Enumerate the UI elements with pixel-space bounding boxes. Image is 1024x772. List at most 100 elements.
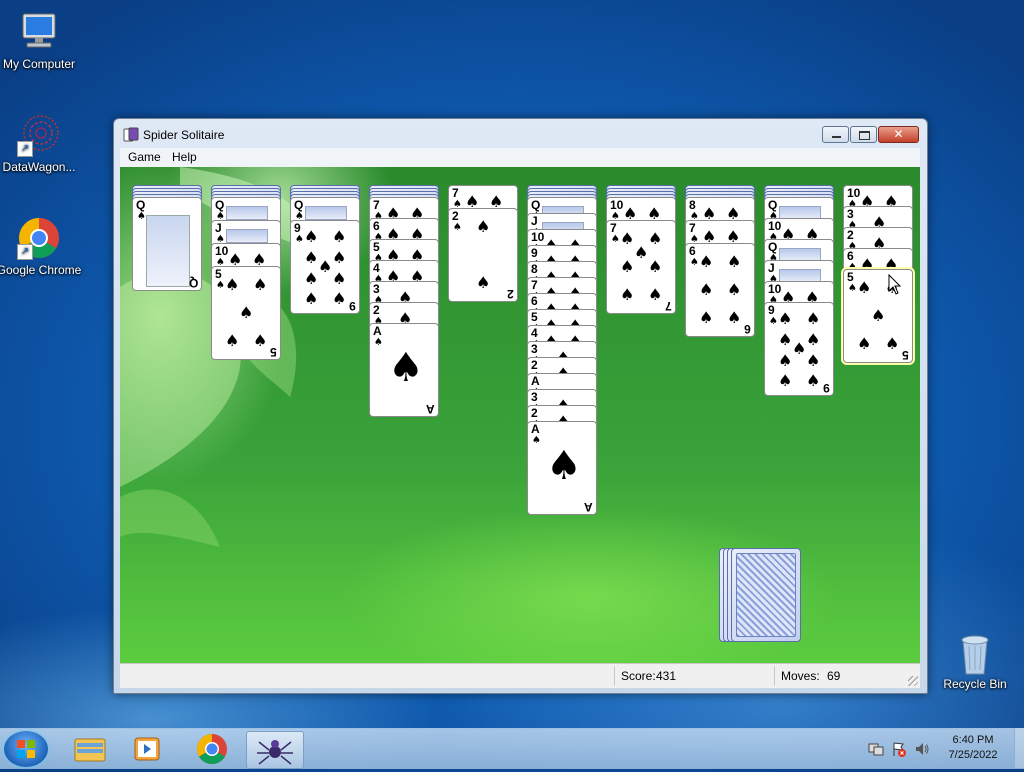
resize-grip-icon[interactable] [908,676,918,686]
volume-icon[interactable] [914,741,930,757]
spade-icon: ♠ [374,337,383,348]
spade-icon: ♠ [634,243,649,262]
spade-icon: ♠ [690,257,699,268]
spade-icon: ♠ [778,371,793,390]
start-button[interactable] [4,731,48,767]
card-spade[interactable]: Q ♠ Q [132,197,202,291]
spade-icon: ♠ [546,443,582,489]
score-label: Score: [621,669,656,683]
spade-icon: ♠ [476,273,491,292]
spade-icon: ♠ [699,280,714,299]
clock-date: 7/25/2022 [948,749,998,761]
card-spade[interactable]: 5♠♠♠♠♠♠5 [843,269,913,363]
taskbar-chrome-button[interactable] [184,731,240,767]
spade-icon: ♠ [304,227,319,246]
spade-icon: ♠ [332,289,347,308]
desktop-icon-google-chrome[interactable]: ↗ Google Chrome [0,216,82,277]
spade-icon: ♠ [225,331,240,350]
spade-icon: ♠ [857,278,872,297]
mouse-cursor-icon [888,274,902,295]
spider-solitaire-icon [123,127,139,143]
windows-logo-icon [17,740,35,758]
network-icon[interactable] [868,741,884,757]
card-rank-bottom: Q [188,276,198,290]
spade-icon: ♠ [727,308,742,327]
desktop-icon-my-computer[interactable]: My Computer [0,10,82,71]
spade-icon: ♠ [388,345,424,391]
windows-explorer-icon [74,738,106,762]
card-rank-bottom: 7 [665,299,672,313]
media-player-icon [134,737,160,761]
spade-icon: ♠ [778,330,793,349]
spade-icon: ♠ [216,280,225,291]
spade-icon: ♠ [620,285,635,304]
title-bar[interactable]: Spider Solitaire ✕ [114,119,927,149]
card-spade[interactable]: 9 ♠ ♠ ♠ ♠ ♠ ♠ ♠ ♠ ♠ ♠ 9 [290,220,360,314]
spade-icon: ♠ [239,303,254,322]
spade-icon: ♠ [778,309,793,328]
card-rank-bottom: 9 [349,299,356,313]
stock-card[interactable] [731,548,801,642]
status-separator [614,666,615,686]
show-desktop-button[interactable] [1014,728,1024,768]
card-rank-bottom: A [584,500,593,514]
spade-icon: ♠ [778,351,793,370]
minimize-button[interactable] [822,126,849,143]
desktop-icon-recycle-bin[interactable]: Recycle Bin [932,630,1018,691]
spade-icon: ♠ [332,269,347,288]
taskbar-clock[interactable]: 6:40 PM 7/25/2022 [940,733,1006,763]
minimize-icon [832,136,841,138]
card-rank-bottom: A [426,402,435,416]
spade-icon: ♠ [253,275,268,294]
spade-icon: ♠ [620,257,635,276]
face-card-art [226,229,268,243]
spade-icon: ♠ [225,275,240,294]
taskbar-spider-solitaire-button[interactable] [246,731,304,769]
desktop-icon-datawagon[interactable]: ↗ DataWagon... [0,113,82,174]
clock-time: 6:40 PM [952,734,994,746]
spade-icon: ♠ [885,334,900,353]
desktop-icon-label: DataWagon... [2,160,76,174]
taskbar-explorer-button[interactable] [62,731,118,767]
desktop-icon-label: My Computer [2,57,76,71]
card-spade[interactable]: 5♠♠♠♠♠♠5 [211,266,281,360]
card-spade[interactable]: 9 ♠ ♠ ♠ ♠ ♠ ♠ ♠ ♠ ♠ ♠ 9 [764,302,834,396]
maximize-button[interactable] [850,126,877,143]
spade-icon: ♠ [806,351,821,370]
face-card-art [226,206,268,220]
card-rank-bottom: 5 [270,345,277,359]
spade-icon: ♠ [304,248,319,267]
taskbar-media-player-button[interactable] [120,731,176,767]
spade-icon: ♠ [295,234,304,245]
spade-icon: ♠ [304,269,319,288]
spade-icon: ♠ [620,229,635,248]
card-spade[interactable]: A ♠ ♠ A [527,421,597,515]
action-center-flag-icon[interactable] [891,741,907,757]
card-spade[interactable]: 7 ♠ ♠ ♠ ♠ ♠ ♠ ♠ ♠ 7 [606,220,676,314]
spade-icon: ♠ [253,331,268,350]
card-rank-bottom: 5 [902,348,909,362]
menu-help[interactable]: Help [172,150,197,164]
spade-icon: ♠ [727,280,742,299]
card-spade[interactable]: 2 ♠ ♠ ♠ 2 [448,208,518,302]
window-title: Spider Solitaire [143,128,225,142]
computer-icon [17,10,61,54]
spade-icon: ♠ [699,308,714,327]
spade-icon: ♠ [332,227,347,246]
menu-game[interactable]: Game [128,150,161,164]
face-card-art [305,206,347,220]
spade-icon: ♠ [648,257,663,276]
card-spade[interactable]: A ♠ ♠ A [369,323,439,417]
stock-pile[interactable] [719,548,809,644]
card-spade[interactable]: 6 ♠ ♠ ♠ ♠ ♠ ♠ ♠ 6 [685,243,755,337]
spade-icon: ♠ [727,252,742,271]
spade-icon: ♠ [806,371,821,390]
spade-icon: ♠ [848,283,857,294]
spade-icon: ♠ [318,257,333,276]
menu-bar: Game Help [120,148,920,167]
score-value: 431 [656,669,677,683]
spade-icon: ♠ [532,435,541,446]
close-button[interactable]: ✕ [878,126,919,143]
game-board[interactable]: Q ♠ Q Q ♠ J ♠ 10 ♠ ♠ ♠ 5 ♠ ♠ ♠ ♠ ♠ ♠ 5 Q ♠ 9 ♠ ♠ ♠ ♠ ♠ ♠ ♠ ♠ ♠ ♠ 9 7 ♠ ♠ ♠ 6 ♠… [120,167,920,663]
spade-icon: ♠ [611,234,620,245]
